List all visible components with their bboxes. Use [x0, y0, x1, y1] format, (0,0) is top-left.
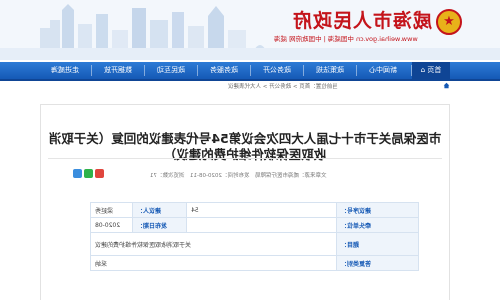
- subject-value: 关于取消收取医保软件维护费的建议: [90, 232, 337, 256]
- nav-item-about-weihai[interactable]: 走进威海: [39, 62, 91, 79]
- suggestion-number-label: 建议序号：: [336, 202, 419, 218]
- nav-item-open-data[interactable]: 数据开放: [92, 62, 144, 79]
- nav-separator: [250, 65, 251, 76]
- nav-separator: [303, 65, 304, 76]
- nav-item-home[interactable]: 首页 ⌂: [412, 62, 450, 79]
- reply-category-label: 答复类别：: [336, 255, 419, 271]
- national-emblem-icon: [436, 9, 462, 35]
- breadcrumb[interactable]: 当前位置：首页 > 政务公开 > 人大代表建议: [228, 82, 440, 90]
- nav-item-news[interactable]: 新闻中心: [357, 62, 409, 79]
- site-title[interactable]: 威海市人民政府: [292, 6, 432, 33]
- nav-separator: [197, 65, 198, 76]
- article-meta: 文章来源：威海市医疗保障局 发布时间：2020-08-11 浏览次数：71: [150, 173, 327, 179]
- home-icon: ⌂: [420, 66, 426, 74]
- table-row: 采纳 答复类别：: [90, 255, 419, 271]
- table-row: 梁延秀 建议人： 54 建议序号：: [90, 202, 419, 218]
- table-row: 关于取消收取医保软件维护费的建议 题目：: [90, 232, 419, 256]
- share-weibo-icon[interactable]: [95, 169, 104, 178]
- publish-date-label: 发布日期：: [132, 217, 187, 233]
- nav-separator: [144, 65, 145, 76]
- subject-label: 题目：: [336, 232, 419, 256]
- site-url: www.weihai.gov.cn 中国威海 | 中国政府网 威海: [274, 35, 418, 43]
- table-row: 2020-08 发布日期： 牵头单位：: [90, 217, 419, 233]
- site-header: 威海市人民政府 www.weihai.gov.cn 中国威海 | 中国政府网 威…: [0, 0, 500, 60]
- lead-unit-label: 牵头单位：: [336, 217, 419, 233]
- title-divider: [48, 158, 442, 159]
- nav-item-gov-service[interactable]: 政务服务: [198, 62, 250, 79]
- main-nav: 首页 ⌂ 新闻中心 政策法规 政务公开 政务服务 政民互动 数据开放 走进威海: [0, 62, 500, 81]
- nav-separator: [91, 65, 92, 76]
- suggestion-info-table: 梁延秀 建议人： 54 建议序号： 2020-08 发布日期： 牵头单位： 关于…: [90, 202, 419, 271]
- proposer-label: 建议人：: [132, 202, 187, 218]
- nav-separator: [411, 65, 412, 76]
- share-qzone-icon[interactable]: [73, 169, 82, 178]
- proposer-value: 梁延秀: [90, 202, 133, 218]
- location-home-icon: [443, 82, 450, 89]
- reply-category-value: 采纳: [90, 255, 337, 271]
- publish-date-value: 2020-08: [90, 217, 133, 233]
- suggestion-number-value: 54: [186, 202, 337, 218]
- lead-unit-value: [186, 217, 337, 233]
- article-title-line-2: 收取医保软件维护费的建议）: [163, 147, 327, 162]
- nav-item-policy[interactable]: 政策法规: [304, 62, 356, 79]
- share-wechat-icon[interactable]: [84, 169, 93, 178]
- nav-item-interaction[interactable]: 政民互动: [145, 62, 197, 79]
- nav-separator: [356, 65, 357, 76]
- nav-item-gov-affairs[interactable]: 政务公开: [251, 62, 303, 79]
